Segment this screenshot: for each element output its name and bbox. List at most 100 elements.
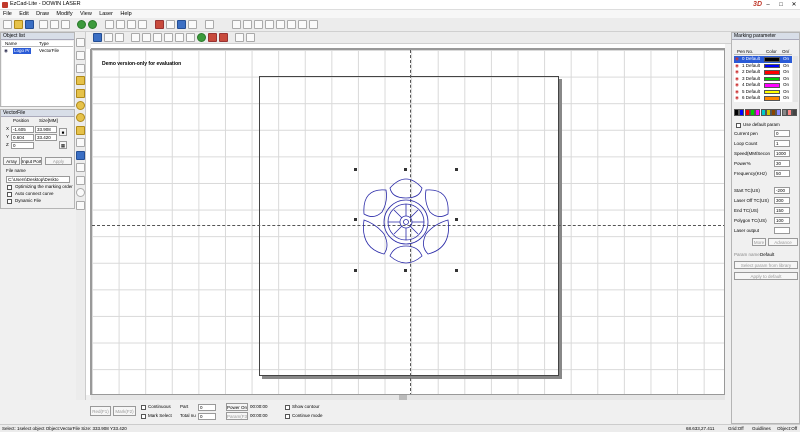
align-bottom-icon[interactable] bbox=[197, 33, 206, 42]
bitmap-tool-icon[interactable] bbox=[76, 151, 85, 160]
palette-swatch[interactable] bbox=[781, 109, 787, 116]
align-icon[interactable] bbox=[138, 20, 147, 29]
group-icon[interactable] bbox=[177, 20, 186, 29]
preview-icon[interactable] bbox=[246, 33, 255, 42]
zoom-sub-icon[interactable] bbox=[88, 20, 97, 29]
apply-button[interactable]: Apply bbox=[45, 157, 72, 165]
refresh-icon[interactable] bbox=[309, 20, 318, 29]
palette-swatch[interactable] bbox=[749, 109, 755, 116]
x-position-field[interactable]: -1.605 bbox=[11, 126, 34, 133]
palette-swatch[interactable] bbox=[771, 109, 777, 116]
power-field[interactable]: 30 bbox=[774, 160, 790, 167]
end-tc-field[interactable]: 150 bbox=[774, 207, 790, 214]
zoom-page-icon[interactable] bbox=[287, 20, 296, 29]
polygon-tc-field[interactable]: 100 bbox=[774, 217, 790, 224]
y-position-field[interactable]: 0.604 bbox=[11, 134, 34, 141]
timer-tool-icon[interactable] bbox=[76, 176, 85, 185]
y-size-field[interactable]: 33.420 bbox=[35, 134, 57, 141]
output-tool-icon[interactable] bbox=[76, 201, 85, 210]
minimize-icon[interactable]: – bbox=[762, 0, 774, 10]
rotate-icon[interactable] bbox=[116, 20, 125, 29]
palette-swatch[interactable] bbox=[755, 109, 761, 116]
combine-icon[interactable] bbox=[166, 20, 175, 29]
palette-swatch[interactable] bbox=[792, 109, 798, 116]
more-button[interactable]: More bbox=[752, 238, 766, 246]
cut-icon[interactable] bbox=[39, 20, 48, 29]
drawing-canvas[interactable]: Demo version-only for evaluation bbox=[91, 49, 725, 395]
red-button[interactable]: Red(F1) bbox=[90, 406, 111, 416]
start-tc-field[interactable]: -200 bbox=[774, 187, 790, 194]
advance-button[interactable]: Advance bbox=[768, 238, 798, 246]
menu-file[interactable]: File bbox=[0, 10, 15, 18]
pen-color-swatch[interactable] bbox=[764, 96, 780, 101]
open-file-icon[interactable] bbox=[14, 20, 23, 29]
curve-tool-icon[interactable] bbox=[76, 76, 85, 85]
pen-color-swatch[interactable] bbox=[764, 83, 780, 88]
total-field[interactable]: 0 bbox=[198, 413, 216, 420]
zoom-select-icon[interactable] bbox=[276, 20, 285, 29]
pen-color-swatch[interactable] bbox=[764, 76, 780, 81]
continuous-checkbox[interactable] bbox=[141, 405, 146, 410]
input-tool-icon[interactable] bbox=[76, 188, 85, 197]
pen-row[interactable]: ◉ 6 Default On bbox=[734, 95, 792, 102]
align-right-icon[interactable] bbox=[175, 33, 184, 42]
show-contour-checkbox[interactable] bbox=[285, 405, 290, 410]
mark-select-checkbox[interactable] bbox=[141, 414, 146, 419]
loop-count-field[interactable]: 1 bbox=[774, 140, 790, 147]
x-size-field[interactable]: 33.908 bbox=[35, 126, 57, 133]
pen-color-swatch[interactable] bbox=[764, 57, 780, 62]
node-edit-icon[interactable] bbox=[105, 20, 114, 29]
mark-button[interactable]: Mark(F2) bbox=[113, 406, 136, 416]
optimize-order-checkbox[interactable] bbox=[7, 185, 12, 190]
pen-eye-icon[interactable]: ◉ bbox=[735, 63, 739, 69]
pen-on-state[interactable]: On bbox=[783, 95, 789, 102]
pan-icon[interactable] bbox=[298, 20, 307, 29]
point-tool-icon[interactable] bbox=[76, 64, 85, 73]
current-pen-field[interactable]: 0 bbox=[774, 130, 790, 137]
palette-swatch[interactable] bbox=[744, 109, 750, 116]
ungroup-icon[interactable] bbox=[188, 20, 197, 29]
zoom-out-icon[interactable] bbox=[243, 20, 252, 29]
object-name[interactable]: Logo Pr bbox=[13, 48, 31, 54]
anchor-icon[interactable]: ▦ bbox=[59, 141, 67, 149]
pen-color-swatch[interactable] bbox=[764, 70, 780, 75]
speed-field[interactable]: 1000 bbox=[774, 150, 790, 157]
new-file-icon[interactable] bbox=[3, 20, 12, 29]
lock-icon[interactable] bbox=[131, 33, 140, 42]
apply-default-button[interactable]: Apply to default bbox=[734, 272, 798, 280]
pen-eye-icon[interactable]: ◉ bbox=[735, 56, 739, 62]
file-name-field[interactable]: C:\Users\Desktop\Deskto bbox=[6, 176, 70, 183]
mirror-h-icon[interactable] bbox=[208, 33, 217, 42]
zoom-add-icon[interactable] bbox=[77, 20, 86, 29]
select-param-button[interactable]: Select param from library bbox=[734, 261, 798, 269]
menu-view[interactable]: View bbox=[77, 10, 95, 18]
menu-help[interactable]: Help bbox=[117, 10, 134, 18]
unlock-icon[interactable] bbox=[142, 33, 151, 42]
pen-eye-icon[interactable]: ◉ bbox=[735, 95, 739, 101]
laser-output-select[interactable] bbox=[774, 227, 790, 234]
part-field[interactable]: 0 bbox=[198, 404, 216, 411]
pen-list-scrollbar[interactable] bbox=[793, 56, 798, 102]
circle-tool-icon[interactable] bbox=[76, 101, 85, 110]
status-guidlines[interactable]: Guidlines bbox=[752, 426, 771, 432]
paste-icon[interactable] bbox=[61, 20, 70, 29]
list-icon[interactable] bbox=[205, 20, 214, 29]
param-button[interactable]: Param(F3) bbox=[226, 412, 248, 420]
pen-eye-icon[interactable]: ◉ bbox=[735, 89, 739, 95]
palette-swatch[interactable] bbox=[787, 109, 792, 116]
frequency-field[interactable]: 50 bbox=[774, 170, 790, 177]
laser-off-tc-field[interactable]: 300 bbox=[774, 197, 790, 204]
node-tool-icon[interactable] bbox=[76, 51, 85, 60]
array-button[interactable]: Array bbox=[3, 157, 20, 165]
lock-all-icon[interactable] bbox=[153, 33, 162, 42]
align-left-icon[interactable] bbox=[164, 33, 173, 42]
pen-eye-icon[interactable]: ◉ bbox=[735, 76, 739, 82]
status-grid[interactable]: Grid:Off bbox=[728, 426, 744, 432]
snap-guide-icon[interactable] bbox=[104, 33, 113, 42]
align-top-icon[interactable] bbox=[186, 33, 195, 42]
lock-ratio-icon[interactable]: ■ bbox=[59, 128, 67, 136]
z-position-field[interactable]: 0 bbox=[11, 142, 34, 149]
palette-swatch[interactable] bbox=[739, 109, 745, 116]
input-port-button[interactable]: Input Port bbox=[21, 157, 42, 165]
palette-swatch[interactable] bbox=[734, 109, 739, 116]
